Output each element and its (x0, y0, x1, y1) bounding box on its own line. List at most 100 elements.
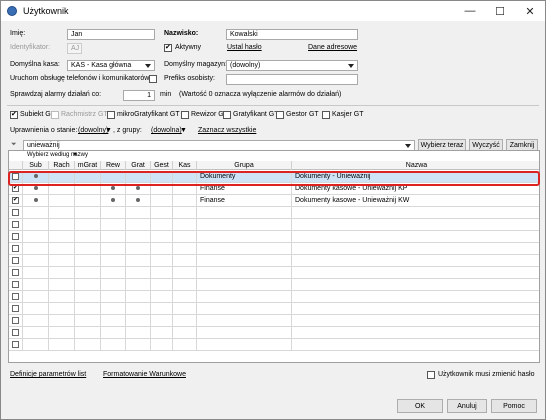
module-gestor-checkbox[interactable] (276, 111, 284, 119)
row-checkbox[interactable] (12, 185, 19, 192)
header-rach[interactable]: Rach (49, 161, 75, 170)
table-cell (23, 219, 49, 231)
row-checkbox[interactable] (12, 341, 19, 348)
table-cell (101, 243, 126, 255)
stan-dropdown[interactable]: (dowolny) (78, 127, 108, 134)
header-check[interactable] (9, 161, 23, 170)
table-row[interactable] (9, 327, 539, 339)
header-mgrat[interactable]: mGrat (75, 161, 101, 170)
sort-hint[interactable]: Wybierz według nazwy (27, 152, 88, 158)
module-kasjer-checkbox[interactable] (322, 111, 330, 119)
table-cell (173, 315, 197, 327)
nazwisko-input[interactable]: Kowalski (226, 29, 358, 40)
table-cell (101, 339, 126, 351)
module-gratyfikant-checkbox[interactable] (223, 111, 231, 119)
table-cell (9, 303, 23, 315)
header-grupa[interactable]: Grupa (197, 161, 292, 170)
row-checkbox[interactable] (12, 197, 19, 204)
header-sub[interactable]: Sub (23, 161, 49, 170)
alarm-input[interactable]: 1 (123, 90, 155, 101)
row-checkbox[interactable] (12, 257, 19, 264)
musi-zmienic-checkbox[interactable] (427, 371, 435, 379)
ustal-haslo-link[interactable]: Ustal hasło (227, 44, 262, 51)
minimize-button[interactable]: — (455, 1, 485, 21)
table-cell (173, 219, 197, 231)
close-button[interactable]: ✕ (515, 1, 545, 21)
anuluj-button[interactable]: Anuluj (447, 399, 487, 413)
grupy-caret-icon[interactable]: ▼ (180, 127, 187, 134)
table-cell (101, 231, 126, 243)
table-row[interactable] (9, 255, 539, 267)
table-cell (292, 279, 539, 291)
identyfikator-input[interactable]: AJ (67, 43, 82, 54)
nazwisko-label: Nazwisko: (164, 30, 199, 37)
table-row[interactable] (9, 339, 539, 351)
table-cell (151, 315, 173, 327)
row-checkbox[interactable] (12, 293, 19, 300)
module-mikrogratyfikant-checkbox[interactable] (107, 111, 115, 119)
table-cell (197, 339, 292, 351)
row-checkbox[interactable] (12, 269, 19, 276)
table-cell (9, 219, 23, 231)
table-cell (49, 207, 75, 219)
table-row[interactable]: FinanseDokumenty kasowe - Unieważnij KW (9, 195, 539, 207)
row-checkbox[interactable] (12, 221, 19, 228)
header-rew[interactable]: Rew (101, 161, 126, 170)
header-kas[interactable]: Kas (173, 161, 197, 170)
table-row[interactable] (9, 279, 539, 291)
table-row[interactable] (9, 207, 539, 219)
ok-button[interactable]: OK (397, 399, 443, 413)
table-cell (101, 195, 126, 207)
table-cell (75, 255, 101, 267)
table-cell (9, 291, 23, 303)
row-checkbox[interactable] (12, 233, 19, 240)
table-cell (151, 207, 173, 219)
definicje-link[interactable]: Definicje parametrów list (10, 371, 86, 378)
table-cell (75, 195, 101, 207)
filter-icon: ⏷ (11, 141, 17, 148)
table-cell (23, 315, 49, 327)
aktywny-checkbox[interactable] (164, 44, 172, 52)
module-rewizor-checkbox[interactable] (181, 111, 189, 119)
table-row[interactable] (9, 219, 539, 231)
formatowanie-link[interactable]: Formatowanie Warunkowe (103, 371, 186, 378)
row-checkbox[interactable] (12, 317, 19, 324)
table-cell (126, 255, 151, 267)
maximize-button[interactable]: ☐ (485, 1, 515, 21)
table-row[interactable] (9, 243, 539, 255)
sort-caret-icon[interactable]: ▼ (72, 152, 78, 158)
row-checkbox[interactable] (12, 209, 19, 216)
table-cell (197, 255, 292, 267)
table-cell (23, 243, 49, 255)
row-checkbox[interactable] (12, 329, 19, 336)
separator (7, 105, 539, 106)
telefon-checkbox[interactable] (149, 75, 157, 83)
grupy-dropdown[interactable]: (dowolna) (151, 127, 182, 134)
permission-dot-icon (136, 186, 140, 190)
table-row[interactable] (9, 267, 539, 279)
table-cell (126, 219, 151, 231)
table-row[interactable] (9, 231, 539, 243)
magazyn-select[interactable]: (dowolny) (226, 60, 358, 71)
module-rachmistrz-checkbox[interactable] (51, 111, 59, 119)
zaznacz-wszystkie-link[interactable]: Zaznacz wszystkie (198, 127, 256, 134)
table-cell (49, 339, 75, 351)
table-row[interactable] (9, 291, 539, 303)
table-cell (292, 291, 539, 303)
kasa-select[interactable]: KAS - Kasa główna (67, 60, 155, 71)
table-row[interactable] (9, 303, 539, 315)
module-subiekt-checkbox[interactable] (10, 111, 18, 119)
table-row[interactable] (9, 315, 539, 327)
dane-adresowe-link[interactable]: Dane adresowe (308, 44, 357, 51)
stan-caret-icon[interactable]: ▼ (105, 127, 112, 134)
header-gest[interactable]: Gest (151, 161, 173, 170)
row-checkbox[interactable] (12, 305, 19, 312)
header-nazwa[interactable]: Nazwa (292, 161, 539, 170)
row-checkbox[interactable] (12, 245, 19, 252)
table-cell (101, 219, 126, 231)
imie-input[interactable]: Jan (67, 29, 155, 40)
pomoc-button[interactable]: Pomoc (491, 399, 537, 413)
prefiks-input[interactable] (226, 74, 358, 85)
row-checkbox[interactable] (12, 281, 19, 288)
header-grat[interactable]: Grat (126, 161, 151, 170)
